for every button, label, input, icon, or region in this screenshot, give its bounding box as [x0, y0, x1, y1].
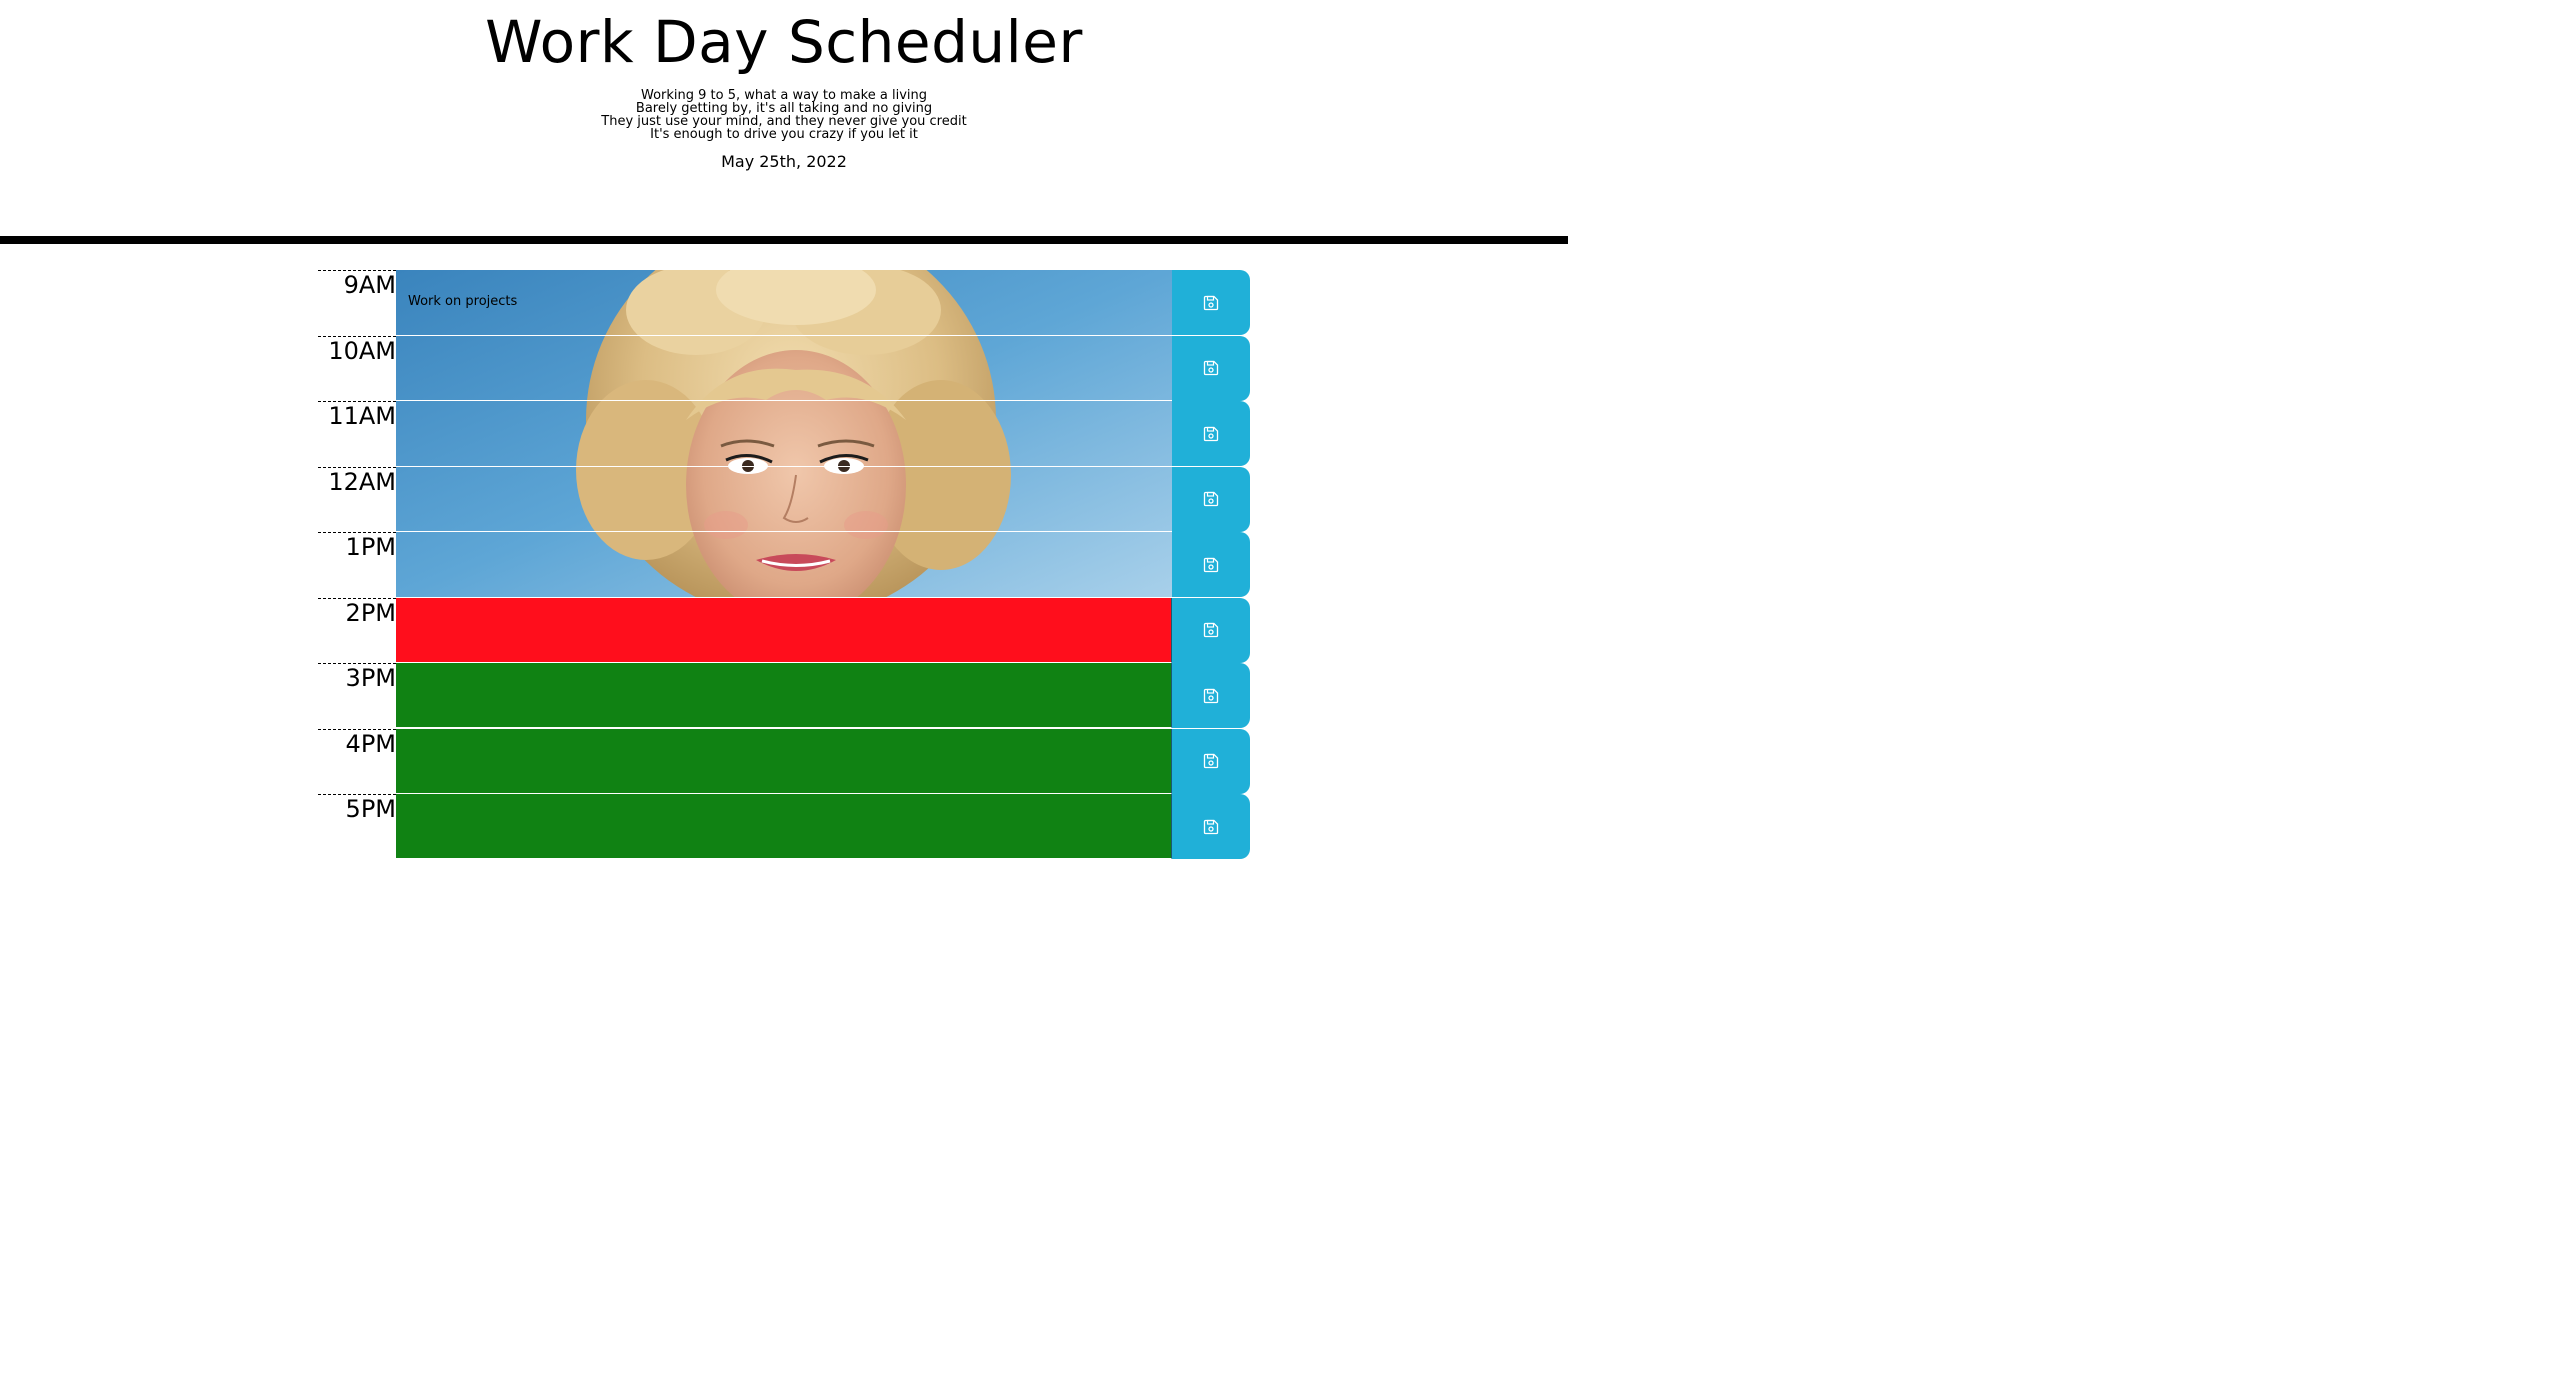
- task-textarea[interactable]: [396, 794, 1172, 859]
- floppy-disk-icon: [1203, 295, 1219, 310]
- save-button[interactable]: [1172, 597, 1250, 663]
- task-textarea[interactable]: [396, 466, 1172, 532]
- header-divider: [0, 236, 1568, 244]
- save-button[interactable]: [1172, 270, 1250, 335]
- row-text-overlay[interactable]: Work on projects: [408, 293, 517, 311]
- time-block-row: 10AM: [318, 335, 1250, 401]
- task-textarea[interactable]: [396, 728, 1172, 794]
- hour-label: 2PM: [318, 597, 396, 663]
- hour-label: 11AM: [318, 401, 396, 466]
- time-block-row: 11AM: [318, 401, 1250, 466]
- floppy-disk-icon: [1203, 557, 1219, 572]
- task-textarea[interactable]: [396, 663, 1172, 728]
- time-block-row: 3PM: [318, 663, 1250, 728]
- floppy-disk-icon: [1203, 426, 1219, 441]
- row-separator: [396, 335, 1172, 336]
- save-button[interactable]: [1172, 401, 1250, 466]
- current-date: May 25th, 2022: [721, 152, 847, 171]
- task-textarea[interactable]: [396, 597, 1172, 663]
- save-button[interactable]: [1172, 466, 1250, 532]
- hour-label: 12AM: [318, 466, 396, 532]
- floppy-disk-icon: [1203, 622, 1219, 638]
- row-separator: [396, 400, 1172, 401]
- time-block-row: 12AM: [318, 466, 1250, 532]
- task-textarea[interactable]: [396, 335, 1172, 401]
- save-button[interactable]: [1172, 532, 1250, 597]
- schedule-container: 9AM 10AM 11AM 12AM 1PM 2PM 3PM 4PM 5PM: [318, 270, 1250, 860]
- hour-label: 10AM: [318, 335, 396, 401]
- time-block-row: 1PM: [318, 532, 1250, 597]
- hour-label: 3PM: [318, 663, 396, 728]
- page-title: Work Day Scheduler: [485, 8, 1083, 76]
- hour-label: 5PM: [318, 794, 396, 859]
- floppy-disk-icon: [1203, 688, 1219, 703]
- task-textarea[interactable]: [396, 532, 1172, 597]
- task-textarea[interactable]: [396, 401, 1172, 466]
- floppy-disk-icon: [1203, 360, 1219, 376]
- time-block-row: 5PM: [318, 794, 1250, 859]
- hour-label: 1PM: [318, 532, 396, 597]
- hour-label: 4PM: [318, 728, 396, 794]
- lyrics: Working 9 to 5, what a way to make a liv…: [0, 89, 1568, 141]
- floppy-disk-icon: [1203, 819, 1219, 834]
- save-button[interactable]: [1172, 728, 1250, 794]
- time-block-row: 4PM: [318, 728, 1250, 794]
- floppy-disk-icon: [1203, 753, 1219, 769]
- save-button[interactable]: [1172, 663, 1250, 728]
- row-separator: [396, 466, 1172, 467]
- save-button[interactable]: [1172, 335, 1250, 401]
- row-separator: [396, 531, 1172, 532]
- hour-label: 9AM: [318, 270, 396, 335]
- lyric-line: It's enough to drive you crazy if you le…: [650, 127, 918, 142]
- time-block-row: 2PM: [318, 597, 1250, 663]
- save-button[interactable]: [1172, 794, 1250, 859]
- floppy-disk-icon: [1203, 491, 1219, 507]
- header: Work Day Scheduler Working 9 to 5, what …: [0, 0, 1568, 236]
